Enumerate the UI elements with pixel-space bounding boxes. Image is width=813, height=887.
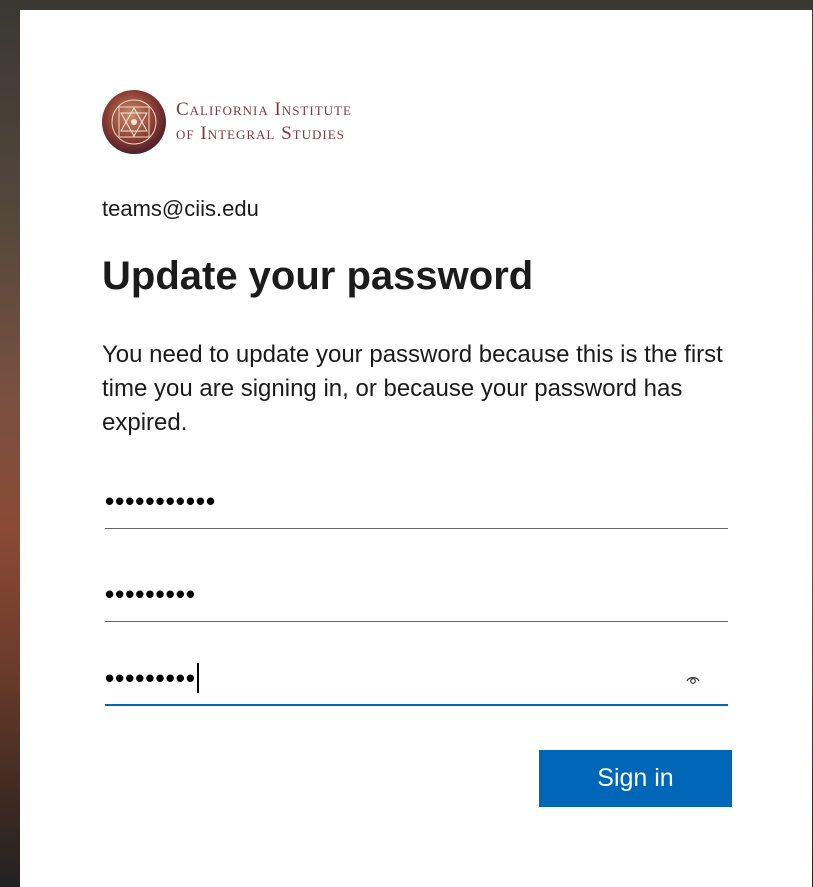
yantra-seal-icon [102, 90, 166, 154]
current-password-value: ••••••••••• [105, 486, 217, 516]
signin-dialog: California Institute of Integral Studies… [20, 10, 812, 887]
sign-in-button[interactable]: Sign in [539, 750, 732, 807]
confirm-password-value: ••••••••• [105, 663, 196, 693]
description-text: You need to update your password because… [102, 341, 723, 436]
logo-text-line2: of Integral Studies [176, 123, 345, 144]
eye-icon[interactable] [686, 673, 700, 687]
confirm-password-field[interactable]: ••••••••• [105, 655, 728, 706]
account-email: teams@ciis.edu [102, 196, 259, 221]
new-password-field[interactable]: ••••••••• [105, 571, 728, 622]
text-caret [196, 663, 199, 694]
new-password-value: ••••••••• [105, 579, 196, 609]
logo-text-line1: California Institute [176, 99, 352, 120]
org-logo: California Institute of Integral Studies [102, 90, 352, 154]
page-title: Update your password [102, 254, 534, 298]
current-password-field[interactable]: ••••••••••• [105, 478, 728, 529]
